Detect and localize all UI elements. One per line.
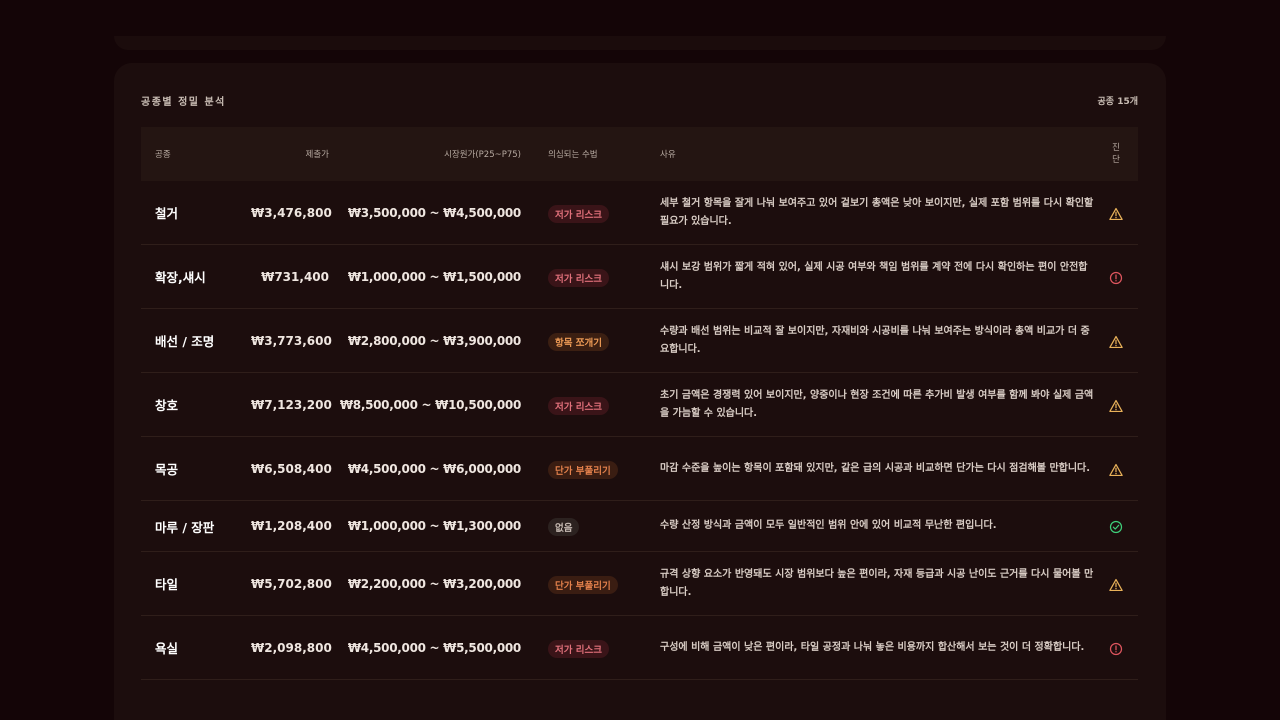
trade-name: 확장,섀시 [155,270,206,285]
trade-name: 욕실 [155,641,179,656]
trade-name: 창호 [155,398,179,413]
tactic-badge: 없음 [548,518,580,536]
reason-text: 수량 산정 방식과 금액이 모두 일반적인 범위 안에 있어 비교적 무난한 편… [660,520,997,531]
submitted-price: ₩731,400 [261,269,329,284]
previous-panel-edge [114,36,1166,50]
reason-text: 구성에 비해 금액이 낮은 편이라, 타일 공정과 나눠 놓은 비용까지 합산해… [660,641,1085,653]
reason-text: 섀시 보강 범위가 짧게 적혀 있어, 실제 시공 여부와 책임 범위를 계약 … [660,261,1088,291]
market-range: ₩3,500,000 ~ ₩4,500,000 [347,205,521,220]
trade-count: 공종 15개 [1097,96,1139,107]
warning-icon [1109,207,1123,220]
submitted-price: ₩1,208,400 [251,519,332,533]
market-range: ₩1,000,000 ~ ₩1,300,000 [347,519,521,533]
table-row[interactable]: 창호 ₩7,123,200 ₩8,500,000 ~ ₩10,500,000 저… [141,373,1138,437]
header-reason: 사유 [660,150,676,160]
table-row[interactable]: 철거 ₩3,476,800 ₩3,500,000 ~ ₩4,500,000 저가… [141,181,1138,245]
reason-text: 규격 상향 요소가 반영돼도 시장 범위보다 높은 편이라, 자재 등급과 시공… [660,568,1094,598]
submitted-price: ₩2,098,800 [251,640,332,655]
market-range: ₩4,500,000 ~ ₩6,000,000 [347,461,521,476]
reason-text: 세부 철거 항목을 잘게 나눠 보여주고 있어 겉보기 총액은 낮아 보이지만,… [660,197,1094,227]
table-row[interactable]: 확장,섀시 ₩731,400 ₩1,000,000 ~ ₩1,500,000 저… [141,245,1138,309]
table-row[interactable]: 타일 ₩5,702,800 ₩2,200,000 ~ ₩3,200,000 단가… [141,552,1138,616]
warning-icon [1109,399,1123,412]
panel-header: 공종별 정밀 분석 공종 15개 [141,92,1138,108]
reason-text: 초기 금액은 경쟁력 있어 보이지만, 양중이나 현장 조건에 따른 추가비 발… [660,389,1094,419]
tactic-badge: 저가 리스크 [548,396,610,415]
submitted-price: ₩7,123,200 [251,397,332,412]
header-diagnosis: 진 단 [1094,142,1138,166]
alert-circle-icon [1109,642,1123,655]
submitted-price: ₩6,508,400 [251,461,332,476]
reason-text: 수량과 배선 범위는 비교적 잘 보이지만, 자재비와 시공비를 나눠 보여주는… [660,325,1090,355]
check-circle-icon [1109,520,1123,534]
header-diagnosis-line2: 단 [1112,155,1120,165]
tactic-badge: 항목 쪼개기 [548,332,610,351]
analysis-table: 공종 제출가 시장원가(P25~P75) 의심되는 수법 사유 진 단 철거 ₩… [141,127,1138,680]
market-range: ₩2,800,000 ~ ₩3,900,000 [347,333,521,348]
warning-icon [1109,463,1123,476]
market-range: ₩8,500,000 ~ ₩10,500,000 [339,397,521,412]
header-price: 제출가 [305,150,329,160]
warning-icon [1109,335,1123,348]
table-row[interactable]: 목공 ₩6,508,400 ₩4,500,000 ~ ₩6,000,000 단가… [141,437,1138,501]
market-range: ₩4,500,000 ~ ₩5,500,000 [347,640,521,655]
header-trade: 공종 [155,150,171,160]
market-range: ₩1,000,000 ~ ₩1,500,000 [347,269,521,284]
header-range: 시장원가(P25~P75) [444,150,521,160]
header-tactic: 의심되는 수법 [548,150,598,160]
trade-name: 마루 / 장판 [155,519,215,535]
trade-analysis-panel: 공종별 정밀 분석 공종 15개 공종 제출가 시장원가(P25~P75) 의심… [114,63,1166,720]
submitted-price: ₩3,773,600 [251,333,332,348]
tactic-badge: 저가 리스크 [548,204,610,223]
table-row[interactable]: 마루 / 장판 ₩1,208,400 ₩1,000,000 ~ ₩1,300,0… [141,501,1138,552]
trade-name: 타일 [155,577,179,592]
trade-name: 목공 [155,462,179,477]
tactic-badge: 저가 리스크 [548,268,610,287]
table-header: 공종 제출가 시장원가(P25~P75) 의심되는 수법 사유 진 단 [141,127,1138,181]
alert-circle-icon [1109,271,1123,284]
submitted-price: ₩3,476,800 [251,205,332,220]
table-row[interactable]: 욕실 ₩2,098,800 ₩4,500,000 ~ ₩5,500,000 저가… [141,616,1138,680]
trade-name: 철거 [155,206,179,221]
tactic-badge: 단가 부풀리기 [548,575,618,594]
table-row[interactable]: 배선 / 조명 ₩3,773,600 ₩2,800,000 ~ ₩3,900,0… [141,309,1138,373]
tactic-badge: 단가 부풀리기 [548,460,618,479]
market-range: ₩2,200,000 ~ ₩3,200,000 [347,576,521,591]
panel-title: 공종별 정밀 분석 [141,96,226,108]
trade-name: 배선 / 조명 [155,334,215,349]
warning-icon [1109,578,1123,591]
reason-text: 마감 수준을 높이는 항목이 포함돼 있지만, 같은 급의 시공과 비교하면 단… [660,462,1091,474]
tactic-badge: 저가 리스크 [548,639,610,658]
header-diagnosis-line1: 진 [1112,143,1120,153]
submitted-price: ₩5,702,800 [251,576,332,591]
